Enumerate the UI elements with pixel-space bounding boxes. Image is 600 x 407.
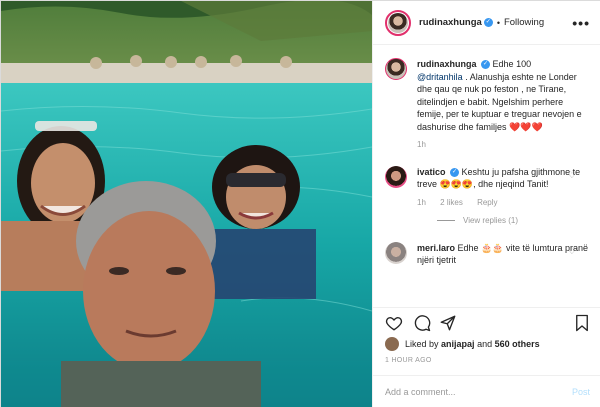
comment-likes[interactable]: 2 likes: [440, 198, 463, 207]
post-actions-bar: [373, 307, 600, 337]
selfie-in-sea-image: [1, 1, 372, 407]
instagram-post: rudinaxhunga ✓ • Following ••• rudinaxhu…: [0, 0, 600, 407]
comment-time: 1h: [417, 197, 426, 207]
post-header: rudinaxhunga ✓ • Following •••: [373, 1, 600, 45]
likes-summary: Liked by anijapaj and 560 others: [385, 337, 540, 351]
post-photo[interactable]: [1, 1, 372, 407]
like-comment-heart-icon[interactable]: ♡: [568, 170, 576, 181]
save-bookmark-icon[interactable]: [573, 314, 591, 332]
add-comment-input[interactable]: Add a comment...: [385, 387, 572, 397]
commenter-username[interactable]: meri.laro: [417, 243, 455, 253]
more-options-icon[interactable]: •••: [572, 15, 590, 31]
commenter-username[interactable]: ivatico: [417, 167, 446, 177]
caption-avatar[interactable]: [385, 58, 407, 80]
add-comment-bar: Add a comment... Post: [373, 375, 600, 407]
caption-mention[interactable]: @dritanhila: [417, 72, 463, 82]
comment-item: ivatico ✓ Keshtu ju pafsha gjithmone te …: [385, 165, 590, 228]
following-button[interactable]: Following: [504, 17, 544, 28]
post-timestamp[interactable]: 1 HOUR AGO: [385, 357, 432, 364]
like-heart-icon[interactable]: [385, 314, 403, 332]
comment-icon[interactable]: [413, 314, 431, 332]
caption-username[interactable]: rudinaxhunga: [417, 59, 477, 69]
author-username[interactable]: rudinaxhunga: [419, 17, 482, 28]
author-avatar[interactable]: [385, 9, 411, 36]
commenter-avatar[interactable]: [385, 241, 407, 264]
separator-dot: •: [496, 17, 500, 28]
commenter-avatar[interactable]: [385, 165, 407, 188]
verified-badge-icon: ✓: [483, 18, 493, 27]
likes-middle: and: [477, 339, 493, 349]
reply-button[interactable]: Reply: [477, 198, 497, 207]
share-icon[interactable]: [439, 314, 457, 332]
view-replies-button[interactable]: View replies (1): [437, 215, 590, 228]
caption: rudinaxhunga ✓ Edhe 100 @dritanhila . Al…: [385, 58, 590, 152]
heart-emoji: ❤️❤️❤️: [509, 121, 543, 132]
liker-avatar[interactable]: [385, 337, 399, 351]
verified-badge-icon: ✓: [450, 167, 460, 177]
comment-item: meri.laro Edhe 🎂🎂 vite të lumtura pranë …: [385, 241, 590, 267]
verified-badge-icon: ✓: [481, 60, 491, 70]
likes-prefix: Liked by: [405, 339, 439, 349]
comment-meta: 1h 2 likes Reply: [417, 197, 590, 210]
like-comment-heart-icon[interactable]: ♡: [568, 246, 576, 257]
liker-username[interactable]: anijapaj: [441, 339, 475, 349]
caption-time: 1h: [417, 140, 426, 149]
comments-list[interactable]: rudinaxhunga ✓ Edhe 100 @dritanhila . Al…: [373, 46, 600, 304]
post-details-panel: rudinaxhunga ✓ • Following ••• rudinaxhu…: [372, 1, 600, 407]
likes-count[interactable]: 560 others: [495, 339, 540, 349]
post-comment-button[interactable]: Post: [572, 387, 590, 397]
caption-lead: Edhe 100: [492, 59, 532, 69]
